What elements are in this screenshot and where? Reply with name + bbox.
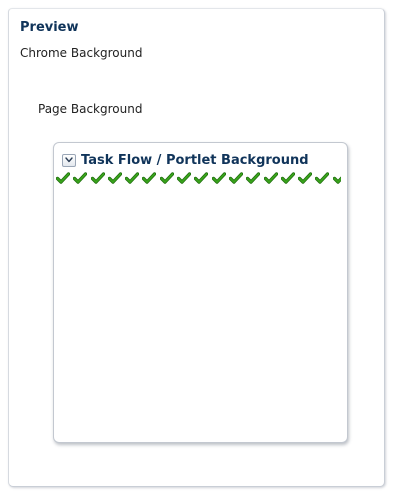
green-checkmark-icon [90,172,105,184]
green-checkmark-icon [194,172,209,184]
green-checkmark-icon [125,172,140,184]
chrome-background-panel: Preview Chrome Background Page Backgroun… [8,8,385,487]
task-flow-title: Task Flow / Portlet Background [81,152,309,168]
green-checkmark-icon [56,172,70,184]
green-checkmark-icon [280,172,295,184]
chrome-background-label: Chrome Background [20,46,143,60]
green-checkmark-icon [298,172,313,184]
preview-canvas: Preview Chrome Background Page Backgroun… [0,0,394,499]
green-checkmark-icon [332,176,341,184]
green-checkmark-icon [211,172,226,184]
green-checkmark-icon [228,172,243,184]
green-checkmark-icon [315,172,330,184]
task-flow-header: Task Flow / Portlet Background [62,151,309,169]
green-checkmark-icon [263,172,278,184]
green-checkmark-icon [177,172,192,184]
page-background-label: Page Background [38,102,143,116]
green-checkmark-icon [73,172,88,184]
green-checkmark-icon [107,172,122,184]
green-checkmark-icon [246,172,261,184]
green-checkmark-icon [159,172,174,184]
checkmark-row [56,172,341,186]
task-flow-portlet-panel: Task Flow / Portlet Background [53,142,348,443]
preview-title: Preview [20,20,79,35]
chevron-down-icon[interactable] [62,153,76,167]
green-checkmark-icon [142,172,157,184]
